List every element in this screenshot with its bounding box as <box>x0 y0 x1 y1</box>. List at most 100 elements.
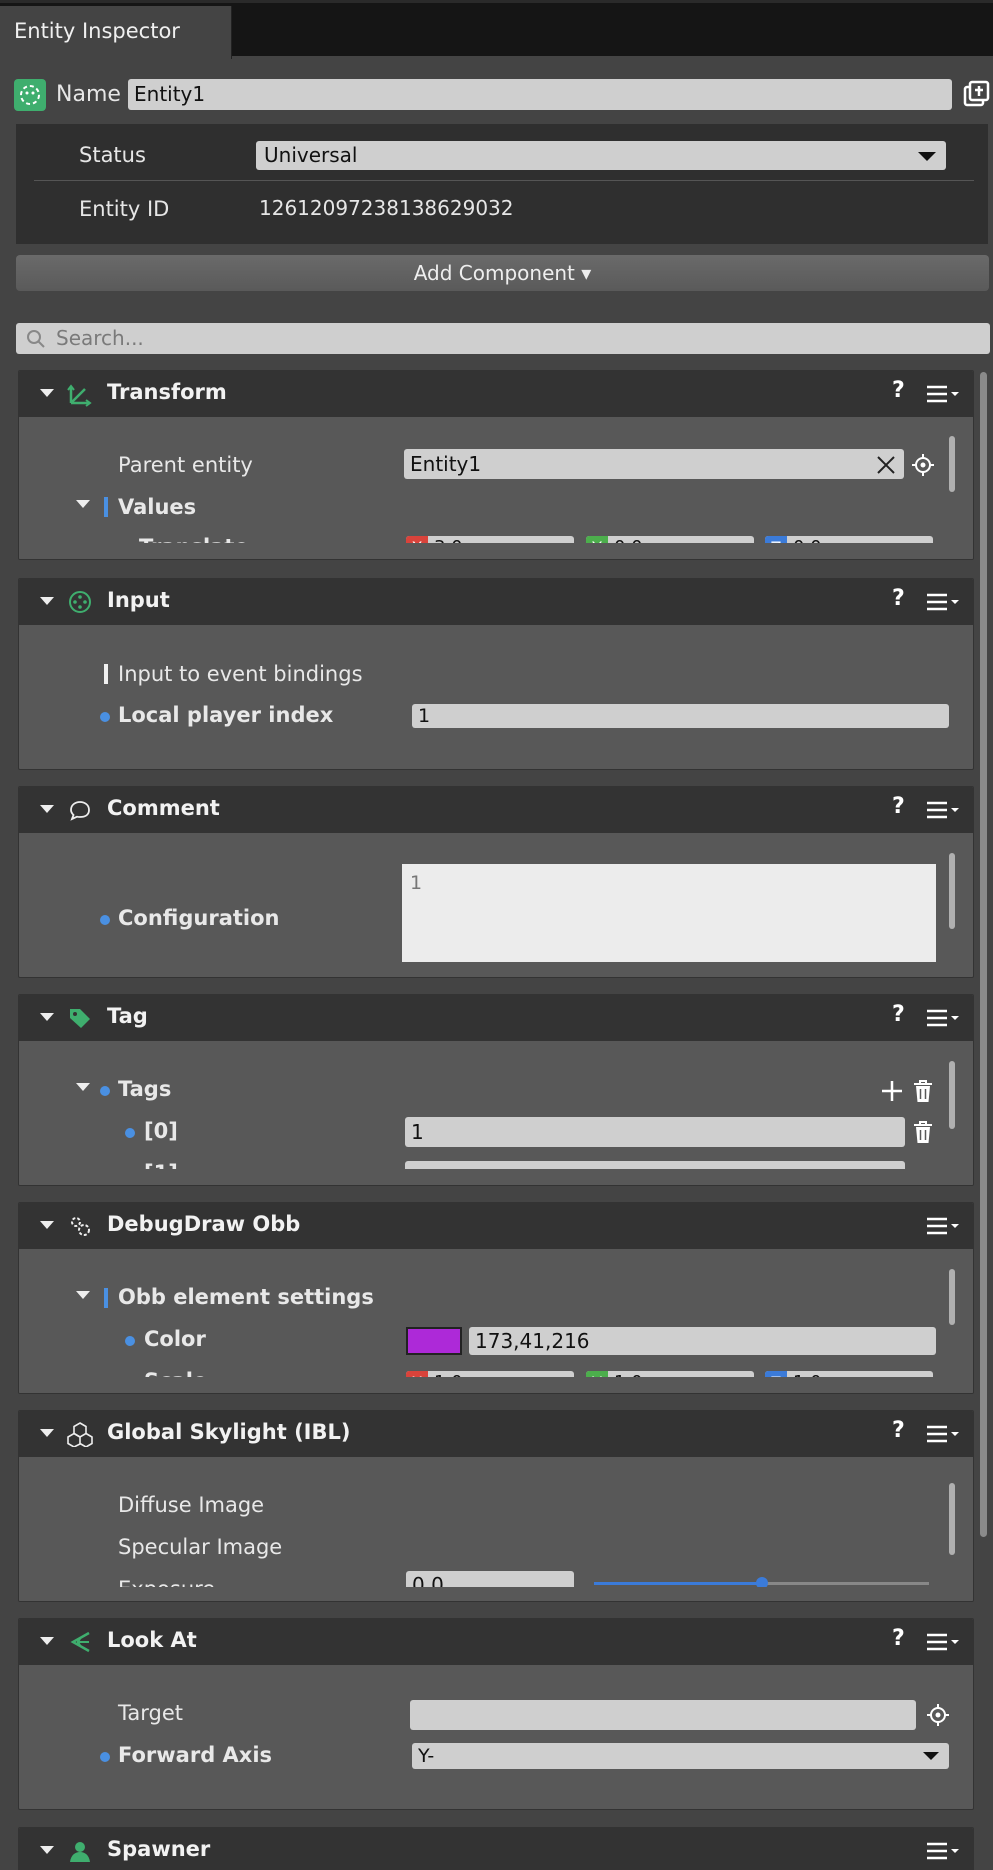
expand-arrow-icon[interactable] <box>76 1291 90 1299</box>
modified-dot <box>100 712 110 722</box>
help-icon[interactable]: ? <box>892 1418 905 1443</box>
help-icon[interactable]: ? <box>892 1002 905 1027</box>
menu-icon[interactable] <box>925 1423 959 1445</box>
help-icon[interactable]: ? <box>892 1626 905 1651</box>
menu-icon[interactable] <box>925 1215 959 1237</box>
chevron-down-icon <box>918 152 936 161</box>
status-dropdown[interactable]: Universal <box>256 141 946 170</box>
close-icon[interactable] <box>875 454 897 476</box>
target-picker-icon[interactable] <box>911 453 935 477</box>
component-scrollbar[interactable] <box>949 436 955 492</box>
menu-icon[interactable] <box>925 1007 959 1029</box>
diffuse-image-label: Diffuse Image <box>118 1493 265 1517</box>
component-title: Comment <box>107 796 220 820</box>
inspector-scrollbar[interactable] <box>980 372 987 1537</box>
color-swatch[interactable] <box>406 1327 462 1355</box>
component-scrollbar[interactable] <box>949 1061 955 1129</box>
help-icon[interactable]: ? <box>892 794 905 819</box>
help-icon[interactable]: ? <box>892 378 905 403</box>
tag-0-field[interactable]: 1 <box>405 1117 905 1147</box>
entity-icon <box>14 79 46 111</box>
modified-dot <box>100 1086 110 1096</box>
menu-icon[interactable] <box>925 799 959 821</box>
clip-mask <box>19 1377 973 1393</box>
global-skylight-component: Global Skylight (IBL) ? Diffuse Image Sp… <box>18 1410 974 1602</box>
collapse-arrow-icon[interactable] <box>40 1846 54 1854</box>
collapse-arrow-icon[interactable] <box>40 1221 54 1229</box>
add-component-button[interactable]: Add Component ▾ <box>16 255 989 291</box>
component-title: Global Skylight (IBL) <box>107 1420 351 1444</box>
player-index-label: Local player index <box>118 703 334 727</box>
color-label: Color <box>144 1327 206 1351</box>
name-label: Name <box>56 82 121 107</box>
expand-arrow-icon[interactable] <box>76 1083 90 1091</box>
tab-bar: Entity Inspector <box>0 0 993 59</box>
debugdraw-obb-component: DebugDraw Obb Obb element settings Color… <box>18 1202 974 1394</box>
add-icon[interactable] <box>880 1079 904 1103</box>
debugdraw-header[interactable]: DebugDraw Obb <box>19 1203 973 1249</box>
collapse-arrow-icon[interactable] <box>40 1429 54 1437</box>
entity-id-label: Entity ID <box>79 197 170 221</box>
search-input[interactable]: Search... <box>16 323 990 354</box>
collapse-arrow-icon[interactable] <box>40 597 54 605</box>
tag-0-label: [0] <box>144 1119 178 1143</box>
forward-axis-dropdown[interactable]: Y- <box>412 1743 949 1769</box>
clip-mask <box>19 1169 973 1185</box>
menu-icon[interactable] <box>925 1631 959 1653</box>
comment-header[interactable]: Comment ? <box>19 787 973 833</box>
component-scrollbar[interactable] <box>949 853 955 929</box>
component-scrollbar[interactable] <box>949 1483 955 1555</box>
search-icon <box>27 330 45 348</box>
group-marker <box>104 664 108 684</box>
menu-icon[interactable] <box>925 1840 959 1862</box>
parent-entity-label: Parent entity <box>118 453 253 477</box>
menu-icon[interactable] <box>925 383 959 405</box>
entity-name-field[interactable]: Entity1 <box>128 79 952 110</box>
clip-mask <box>19 1587 973 1601</box>
color-value-field[interactable]: 173,41,216 <box>469 1327 936 1355</box>
collapse-arrow-icon[interactable] <box>40 1013 54 1021</box>
player-index-field[interactable]: 1 <box>412 704 949 728</box>
target-label: Target <box>118 1701 183 1725</box>
lookat-header[interactable]: Look At ? <box>19 1619 973 1665</box>
look-at-icon <box>70 1631 90 1653</box>
component-title: Look At <box>107 1628 197 1652</box>
forward-axis-value: Y- <box>418 1745 435 1767</box>
input-bindings-label: Input to event bindings <box>118 662 363 686</box>
pin-icon[interactable] <box>962 80 990 108</box>
exposure-slider-fill <box>594 1582 762 1585</box>
trash-icon[interactable] <box>912 1120 934 1144</box>
help-icon[interactable]: ? <box>892 586 905 611</box>
transform-header[interactable]: Transform ? <box>19 371 973 417</box>
comment-component: Comment ? Configuration 1 <box>18 786 974 978</box>
status-value: Universal <box>264 143 358 167</box>
tab-entity-inspector[interactable]: Entity Inspector <box>0 6 232 59</box>
spawner-header[interactable]: Spawner <box>19 1828 973 1870</box>
spawner-component: Spawner <box>18 1827 974 1870</box>
divider <box>34 180 974 181</box>
component-scrollbar[interactable] <box>949 1269 955 1325</box>
collapse-arrow-icon[interactable] <box>40 1637 54 1645</box>
spawner-icon <box>70 1842 90 1862</box>
target-picker-icon[interactable] <box>926 1703 950 1727</box>
collapse-arrow-icon[interactable] <box>40 805 54 813</box>
component-title: DebugDraw Obb <box>107 1212 301 1236</box>
transform-icon <box>67 384 92 407</box>
trash-icon[interactable] <box>912 1079 934 1103</box>
group-marker <box>104 497 108 517</box>
gears-icon <box>71 1217 90 1236</box>
tag-header[interactable]: Tag ? <box>19 995 973 1041</box>
expand-arrow-icon[interactable] <box>76 500 90 508</box>
input-header[interactable]: Input ? <box>19 579 973 625</box>
modified-dot <box>125 1128 135 1138</box>
parent-entity-field[interactable]: Entity1 <box>404 449 904 479</box>
component-title: Tag <box>107 1004 148 1028</box>
collapse-arrow-icon[interactable] <box>40 389 54 397</box>
transform-component: Transform ? Parent entity Entity1 Values… <box>18 370 974 560</box>
configuration-textarea[interactable]: 1 <box>402 864 936 962</box>
specular-image-label: Specular Image <box>118 1535 283 1559</box>
skylight-header[interactable]: Global Skylight (IBL) ? <box>19 1411 973 1457</box>
target-field[interactable] <box>410 1700 916 1730</box>
parent-entity-value: Entity1 <box>410 452 482 476</box>
menu-icon[interactable] <box>925 591 959 613</box>
